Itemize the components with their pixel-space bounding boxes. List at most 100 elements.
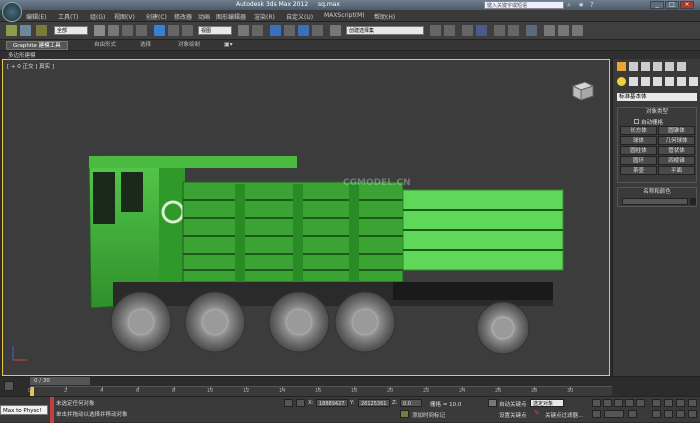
field-of-view-icon[interactable]	[676, 410, 685, 418]
prev-frame-icon[interactable]	[603, 399, 612, 407]
create-tab-icon[interactable]	[617, 62, 626, 71]
key-filter-icon[interactable]: ✎	[534, 409, 540, 417]
zoom-extents-all-icon[interactable]	[688, 399, 697, 407]
key-filters-button[interactable]: 关键点过滤器...	[545, 411, 583, 419]
redo-icon[interactable]	[20, 25, 31, 36]
select-object-icon[interactable]	[94, 25, 105, 36]
geosphere-button[interactable]: 几何球体	[658, 136, 695, 145]
time-slider[interactable]: 0 / 30	[30, 377, 90, 385]
menu-group[interactable]: 组(G)	[90, 12, 105, 21]
z-coord-field[interactable]: 0.0	[400, 399, 422, 407]
category-dropdown[interactable]: 标准基本体	[617, 93, 697, 101]
move-icon[interactable]	[154, 25, 165, 36]
maximize-button[interactable]: □	[665, 1, 679, 9]
key-mode-icon[interactable]	[488, 399, 497, 407]
named-selection-dropdown[interactable]: 创建选择集	[346, 26, 424, 35]
search-icon[interactable]: ⌕	[567, 1, 575, 9]
menu-animation[interactable]: 动画	[198, 12, 210, 21]
menu-edit[interactable]: 编辑(E)	[26, 12, 46, 21]
select-by-name-icon[interactable]	[108, 25, 119, 36]
cylinder-button[interactable]: 圆柱体	[620, 146, 657, 155]
name-input[interactable]	[622, 198, 688, 205]
app-menu-button[interactable]	[2, 2, 22, 22]
motion-tab-icon[interactable]	[653, 62, 662, 71]
percent-snap-icon[interactable]	[298, 25, 309, 36]
search-input[interactable]: 键入关键字或短语	[484, 1, 564, 9]
menu-modifiers[interactable]: 修改器	[174, 12, 192, 21]
lights-icon[interactable]	[641, 77, 650, 86]
cameras-icon[interactable]	[653, 77, 662, 86]
display-tab-icon[interactable]	[665, 62, 674, 71]
geometry-icon[interactable]	[617, 77, 626, 86]
selected-dropdown[interactable]: 选定对象	[530, 399, 564, 407]
autogrid-checkbox[interactable]: 自动栅格	[634, 118, 663, 126]
menu-create[interactable]: 创建(C)	[146, 12, 167, 21]
link-icon[interactable]	[36, 25, 47, 36]
spinner-snap-icon[interactable]	[312, 25, 323, 36]
render-setup-icon[interactable]	[544, 25, 555, 36]
align-icon[interactable]	[444, 25, 455, 36]
mirror-icon[interactable]	[430, 25, 441, 36]
zoom-extents-icon[interactable]	[676, 399, 685, 407]
window-crossing-icon[interactable]	[136, 25, 147, 36]
layer-icon[interactable]	[462, 25, 473, 36]
zoom-all-icon[interactable]	[664, 399, 673, 407]
maxscript-listener[interactable]: Max to Physc!	[0, 405, 48, 415]
x-coord-field[interactable]: 18889427	[316, 399, 348, 407]
box-button[interactable]: 长方体	[620, 126, 657, 135]
snap-icon[interactable]	[270, 25, 281, 36]
graphite-toggle-icon[interactable]	[476, 25, 487, 36]
curve-editor-icon[interactable]	[494, 25, 505, 36]
orbit-icon[interactable]	[664, 410, 673, 418]
tab-graphite[interactable]: Graphite 建模工具	[6, 41, 68, 50]
tube-button[interactable]: 管状体	[658, 146, 695, 155]
track-bar[interactable]: 0 2 4 6 8 10 12 14 16 18 20 22 24 26 28 …	[28, 386, 612, 396]
material-editor-icon[interactable]	[526, 25, 537, 36]
autokey-button[interactable]: 自动关键点	[499, 400, 527, 408]
play-icon[interactable]	[614, 399, 623, 407]
menu-tools[interactable]: 工具(T)	[58, 12, 78, 21]
menu-views[interactable]: 视图(V)	[114, 12, 135, 21]
pivot-icon[interactable]	[238, 25, 249, 36]
teapot-button[interactable]: 茶壶	[620, 166, 657, 175]
star-icon[interactable]: ★	[578, 1, 586, 9]
tab-object-paint[interactable]: 对象绘制	[172, 41, 206, 50]
scale-icon[interactable]	[182, 25, 193, 36]
rotate-icon[interactable]	[168, 25, 179, 36]
close-button[interactable]: ×	[680, 1, 694, 9]
current-frame-field[interactable]	[604, 410, 624, 418]
help-icon[interactable]: ?	[590, 1, 598, 9]
viewport-front[interactable]: [ + 0 正交 ] 真实 ] CGMODEL.CN	[2, 59, 610, 376]
menu-help[interactable]: 帮助(H)	[374, 12, 395, 21]
tab-freeform[interactable]: 自由形式	[88, 41, 122, 50]
maximize-viewport-icon[interactable]	[688, 410, 697, 418]
polygon-modeling-label[interactable]: 多边形建模	[8, 51, 36, 59]
shapes-icon[interactable]	[629, 77, 638, 86]
render-icon[interactable]	[572, 25, 583, 36]
selection-filter-dropdown[interactable]: 全部	[54, 26, 88, 35]
pyramid-button[interactable]: 四棱锥	[658, 156, 695, 165]
key-mode-toggle-icon[interactable]	[592, 410, 601, 418]
y-coord-field[interactable]: 28125361	[358, 399, 390, 407]
spacewarps-icon[interactable]	[677, 77, 686, 86]
pan-icon[interactable]	[652, 410, 661, 418]
systems-icon[interactable]	[689, 77, 698, 86]
helpers-icon[interactable]	[665, 77, 674, 86]
goto-start-icon[interactable]	[592, 399, 601, 407]
zoom-icon[interactable]	[652, 399, 661, 407]
lock-selection-icon[interactable]	[284, 399, 293, 407]
hierarchy-tab-icon[interactable]	[641, 62, 650, 71]
menu-rendering[interactable]: 渲染(R)	[254, 12, 275, 21]
utilities-tab-icon[interactable]	[677, 62, 686, 71]
menu-customize[interactable]: 自定义(U)	[286, 12, 313, 21]
time-tag-icon[interactable]	[400, 410, 409, 418]
tab-selection[interactable]: 选择	[134, 41, 157, 50]
mini-curve-editor-icon[interactable]	[4, 381, 14, 391]
angle-snap-icon[interactable]	[284, 25, 295, 36]
plane-button[interactable]: 平面	[658, 166, 695, 175]
schematic-view-icon[interactable]	[508, 25, 519, 36]
edit-named-sel-icon[interactable]	[330, 25, 341, 36]
goto-end-icon[interactable]	[636, 399, 645, 407]
ribbon-options-icon[interactable]: ▣▾	[224, 41, 233, 48]
sphere-button[interactable]: 球体	[620, 136, 657, 145]
